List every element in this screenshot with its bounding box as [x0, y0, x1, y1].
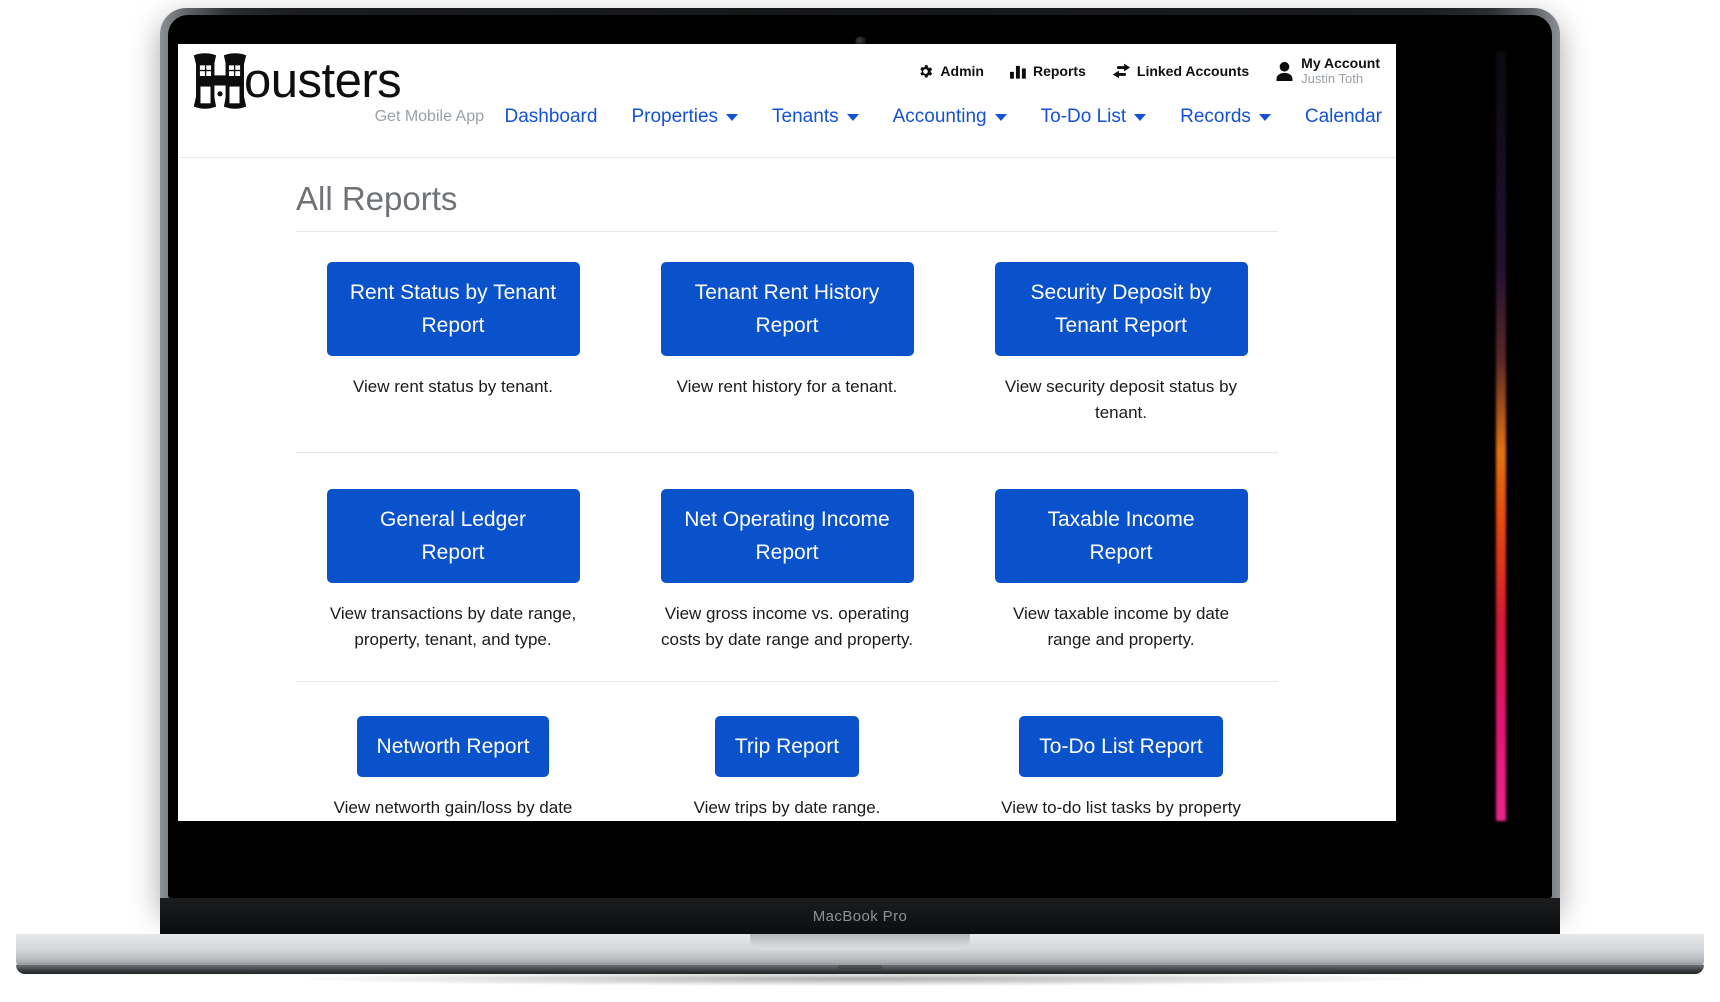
- get-mobile-app-link[interactable]: Get Mobile App: [192, 108, 492, 126]
- nav-item-dashboard[interactable]: Dashboard: [504, 106, 597, 128]
- report-description-to-do-list: View to-do list tasks by property and te…: [1001, 798, 1241, 817]
- nav-item-properties[interactable]: Properties: [631, 106, 739, 128]
- nav-label-accounting: Accounting: [892, 106, 987, 127]
- nav-item-tenants[interactable]: Tenants: [772, 106, 859, 128]
- nav-label-properties: Properties: [631, 106, 719, 127]
- brand-wordmark: ousters: [244, 54, 402, 108]
- nav-label-calendar: Calendar: [1304, 106, 1382, 127]
- utility-nav-item-reports[interactable]: Reports: [1009, 63, 1086, 80]
- my-account-menu[interactable]: My Account Justin Toth: [1275, 55, 1380, 86]
- report-button-rent-status-by-tenant[interactable]: Rent Status by Tenant Report: [326, 262, 580, 356]
- user-avatar-icon: [1275, 61, 1294, 82]
- laptop-drop-shadow: [300, 972, 1420, 986]
- exchange-arrows-icon: [1112, 63, 1131, 79]
- report-button-net-operating-income[interactable]: Net Operating Income Report: [660, 489, 914, 583]
- report-button-networth[interactable]: Networth Report: [356, 716, 550, 777]
- chevron-down-icon: [726, 113, 739, 121]
- utility-nav-item-admin[interactable]: Admin: [917, 63, 984, 80]
- report-card-rent-status-by-tenant: Rent Status by Tenant Report View rent s…: [286, 262, 620, 426]
- laptop-bezel: ousters Get Mobile App Admin Reports Lin…: [168, 15, 1552, 899]
- report-description-networth: View networth gain/loss by date range an…: [333, 798, 573, 817]
- report-card-net-operating-income: Net Operating Income Report View gross i…: [620, 489, 954, 653]
- main-nav: Dashboard Properties Tenants Accounting: [504, 106, 1382, 128]
- utility-nav-item-linked-accounts[interactable]: Linked Accounts: [1112, 63, 1249, 79]
- report-card-tenant-rent-history: Tenant Rent History Report View rent his…: [620, 262, 954, 426]
- reports-row-3: Networth Report View networth gain/loss …: [218, 682, 1356, 821]
- bar-chart-icon: [1009, 63, 1027, 79]
- report-card-taxable-income: Taxable Income Report View taxable incom…: [954, 489, 1288, 653]
- nav-item-accounting[interactable]: Accounting: [893, 106, 1007, 128]
- screenshot-scene: ousters Get Mobile App Admin Reports Lin…: [0, 0, 1720, 1002]
- nav-label-dashboard: Dashboard: [504, 106, 598, 127]
- report-button-tenant-rent-history[interactable]: Tenant Rent History Report: [660, 262, 914, 356]
- report-description-net-operating-income: View gross income vs. operating costs by…: [661, 604, 914, 649]
- nav-item-records[interactable]: Records: [1180, 106, 1271, 128]
- report-description-taxable-income: View taxable income by date range and pr…: [1012, 604, 1230, 649]
- report-description-general-ledger: View transactions by date range, propert…: [329, 604, 577, 649]
- report-card-trip: Trip Report View trips by date range.: [620, 716, 954, 821]
- report-description-security-deposit-by-tenant: View security deposit status by tenant.: [1004, 377, 1238, 422]
- laptop-base-notch: [750, 934, 970, 950]
- utility-nav-label-reports: Reports: [1032, 63, 1086, 80]
- browser-viewport: ousters Get Mobile App Admin Reports Lin…: [178, 44, 1396, 821]
- chevron-down-icon: [1134, 113, 1147, 121]
- report-description-trip: View trips by date range.: [693, 798, 881, 817]
- laptop-chin: MacBook Pro: [160, 898, 1560, 934]
- houster-house-h-logo-icon: [192, 52, 248, 110]
- utility-nav-label-linked-accounts: Linked Accounts: [1136, 63, 1250, 80]
- my-account-title: My Account: [1301, 55, 1380, 71]
- nav-item-calendar[interactable]: Calendar: [1305, 106, 1382, 128]
- report-card-networth: Networth Report View networth gain/loss …: [286, 716, 620, 821]
- report-button-security-deposit-by-tenant[interactable]: Security Deposit by Tenant Report: [994, 262, 1248, 356]
- chevron-down-icon: [846, 113, 859, 121]
- report-card-security-deposit-by-tenant: Security Deposit by Tenant Report View s…: [954, 262, 1288, 426]
- report-button-general-ledger[interactable]: General Ledger Report: [326, 489, 580, 583]
- reports-row-2: General Ledger Report View transactions …: [218, 453, 1356, 681]
- all-reports-page: All Reports Rent Status by Tenant Report…: [178, 158, 1396, 821]
- laptop-base-dimple: [838, 965, 882, 969]
- chevron-down-icon: [994, 113, 1007, 121]
- nav-label-records: Records: [1180, 106, 1251, 127]
- report-card-general-ledger: General Ledger Report View transactions …: [286, 489, 620, 653]
- device-model-label: MacBook Pro: [812, 907, 908, 925]
- report-description-rent-status-by-tenant: View rent status by tenant.: [352, 377, 554, 396]
- site-header: ousters Get Mobile App Admin Reports Lin…: [178, 44, 1396, 158]
- report-description-tenant-rent-history: View rent history for a tenant.: [676, 377, 898, 396]
- brand-logo-block[interactable]: ousters Get Mobile App: [192, 52, 492, 126]
- nav-label-to-do-list: To-Do List: [1040, 106, 1127, 127]
- report-card-to-do-list: To-Do List Report View to-do list tasks …: [954, 716, 1288, 821]
- report-button-taxable-income[interactable]: Taxable Income Report: [994, 489, 1248, 583]
- nav-label-tenants: Tenants: [772, 106, 839, 127]
- desktop-wallpaper-sliver: [1496, 51, 1506, 821]
- utility-nav-label-admin: Admin: [940, 63, 984, 80]
- nav-item-to-do-list[interactable]: To-Do List: [1041, 106, 1147, 128]
- my-account-username: Justin Toth: [1301, 70, 1364, 86]
- report-button-trip[interactable]: Trip Report: [714, 716, 860, 777]
- laptop-lid: ousters Get Mobile App Admin Reports Lin…: [160, 8, 1560, 906]
- report-button-to-do-list[interactable]: To-Do List Report: [1019, 716, 1223, 777]
- utility-nav: Admin Reports Linked Accounts My Account…: [917, 55, 1380, 86]
- page-title: All Reports: [296, 180, 458, 217]
- reports-row-1: Rent Status by Tenant Report View rent s…: [218, 232, 1356, 452]
- chevron-down-icon: [1258, 113, 1271, 121]
- gear-icon: [917, 63, 934, 80]
